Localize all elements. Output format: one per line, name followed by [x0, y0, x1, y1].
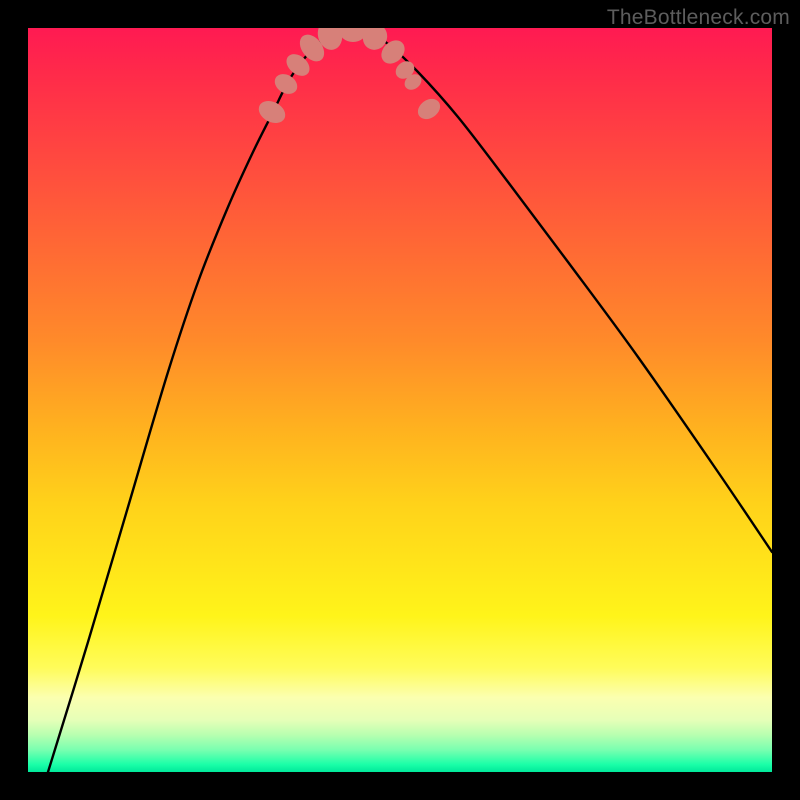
curve-marker	[255, 97, 289, 128]
watermark-text: TheBottleneck.com	[607, 6, 790, 30]
bottleneck-curve	[48, 30, 772, 772]
outer-frame: TheBottleneck.com	[0, 0, 800, 800]
curve-marker	[414, 95, 444, 124]
curve-layer	[28, 28, 772, 772]
curve-markers	[255, 28, 444, 127]
plot-area	[28, 28, 772, 772]
curve-marker	[339, 28, 367, 42]
